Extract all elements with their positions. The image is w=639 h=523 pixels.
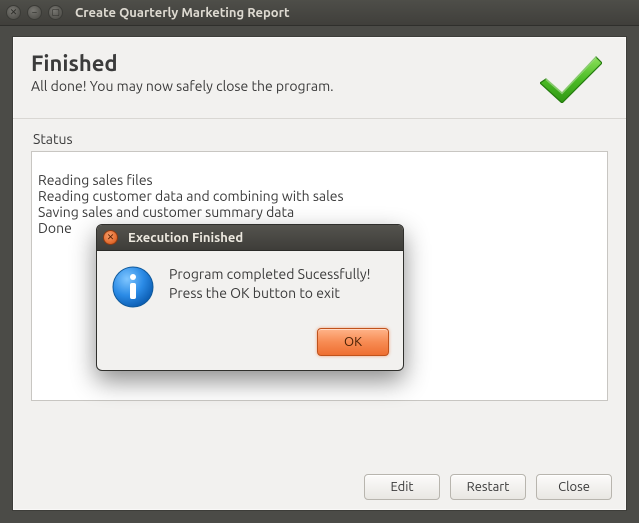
window-title: Create Quarterly Marketing Report — [75, 6, 290, 20]
status-label: Status — [33, 131, 608, 147]
header: Finished All done! You may now safely cl… — [13, 37, 626, 119]
dialog-footer: OK — [97, 322, 403, 370]
dialog-title: Execution Finished — [128, 231, 243, 245]
window-maximize-icon[interactable]: ▢ — [48, 5, 63, 20]
dialog-message: Program completed Sucessfully! Press the… — [169, 265, 371, 312]
main-titlebar: ✕ – ▢ Create Quarterly Marketing Report — [0, 0, 639, 26]
checkmark-icon — [540, 51, 602, 106]
restart-button[interactable]: Restart — [450, 474, 526, 500]
page-subtitle: All done! You may now safely close the p… — [31, 78, 334, 94]
close-button[interactable]: Close — [536, 474, 612, 500]
dialog-body: Program completed Sucessfully! Press the… — [97, 251, 403, 322]
header-text: Finished All done! You may now safely cl… — [31, 51, 334, 94]
ok-button[interactable]: OK — [317, 328, 389, 356]
dialog-titlebar: ✕ Execution Finished — [97, 225, 403, 251]
dialog: ✕ Execution Finished — [96, 224, 404, 371]
page-title: Finished — [31, 51, 334, 76]
info-icon — [111, 265, 155, 312]
window-close-icon[interactable]: ✕ — [6, 5, 21, 20]
window-minimize-icon[interactable]: – — [27, 5, 42, 20]
footer: Edit Restart Close — [364, 474, 612, 500]
edit-button[interactable]: Edit — [364, 474, 440, 500]
dialog-close-icon[interactable]: ✕ — [103, 230, 118, 245]
main-window: ✕ – ▢ Create Quarterly Marketing Report … — [0, 0, 639, 523]
